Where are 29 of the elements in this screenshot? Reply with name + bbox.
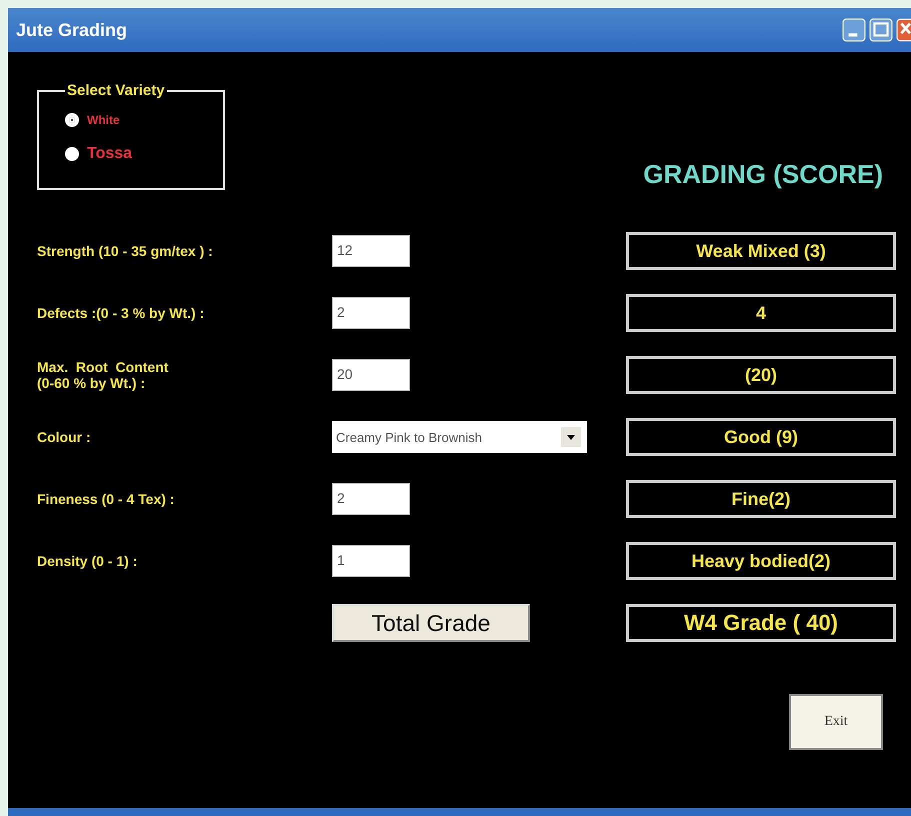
- input-field[interactable]: 2: [332, 483, 410, 515]
- input-field[interactable]: 20: [332, 359, 410, 391]
- field-label: Max. Root Content (0-60 % by Wt.) :: [37, 358, 170, 392]
- exit-button[interactable]: Exit: [789, 694, 883, 750]
- window-title: Jute Grading: [16, 20, 128, 40]
- score-box: Heavy bodied(2): [626, 542, 896, 580]
- group-legend: Select Variety: [65, 82, 167, 99]
- radio-option[interactable]: White: [65, 103, 223, 137]
- grading-heading: GRADING (SCORE): [643, 159, 883, 190]
- score-box: 4: [626, 294, 896, 332]
- close-icon[interactable]: [896, 18, 911, 42]
- field-label: Density (0 - 1) :: [37, 552, 138, 570]
- score-box: Fine(2): [626, 480, 896, 518]
- radio-option[interactable]: Tossa: [65, 137, 223, 171]
- input-field[interactable]: 1: [332, 545, 410, 577]
- minimize-icon[interactable]: [842, 18, 866, 42]
- total-grade-button[interactable]: Total Grade: [332, 604, 530, 642]
- total-grade-box: W4 Grade ( 40): [626, 604, 896, 642]
- field-label: Defects :(0 - 3 % by Wt.) :: [37, 304, 206, 322]
- input-field[interactable]: 12: [332, 235, 410, 267]
- field-label: Colour :: [37, 428, 92, 446]
- score-box: (20): [626, 356, 896, 394]
- input-field[interactable]: 2: [332, 297, 410, 329]
- score-box: Good (9): [626, 418, 896, 456]
- score-box: Weak Mixed (3): [626, 232, 896, 270]
- colour-dropdown[interactable]: Creamy Pink to Brownish: [332, 421, 587, 453]
- maximize-icon[interactable]: [869, 18, 893, 42]
- field-label: Fineness (0 - 4 Tex) :: [37, 490, 176, 508]
- field-label: Strength (10 - 35 gm/tex ) :: [37, 242, 214, 260]
